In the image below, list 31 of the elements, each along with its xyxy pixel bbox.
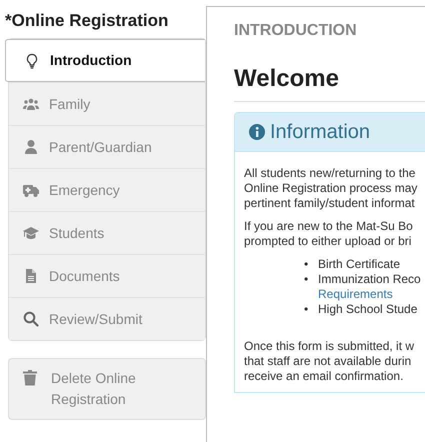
info-title: Information xyxy=(270,120,370,145)
bullet: • xyxy=(304,302,310,317)
trash-icon xyxy=(23,370,37,386)
nav-tab[interactable]: Review/Submit xyxy=(9,297,205,340)
section-title: INTRODUCTION xyxy=(234,21,358,41)
user-icon xyxy=(23,139,39,155)
delete-button[interactable]: Delete Online Registration xyxy=(8,358,206,420)
text-line: pertinent family/student informat xyxy=(244,196,416,211)
requirements-link[interactable]: Requirements xyxy=(318,287,421,302)
text-line: All students new/returning to the xyxy=(244,166,416,181)
bullet: • xyxy=(304,272,310,288)
text-line: that staff are not available durin xyxy=(244,354,412,369)
text-line: Once this form is submitted, it w xyxy=(244,339,416,354)
sidebar-title: *Online Registration xyxy=(4,10,170,32)
nav-tab[interactable]: Introduction xyxy=(5,39,205,82)
search-icon xyxy=(23,311,39,327)
bulb-icon xyxy=(24,52,40,68)
info-icon xyxy=(248,123,266,141)
bullet: • xyxy=(304,257,310,272)
users-icon xyxy=(23,96,39,112)
text-line: If you are new to the Mat-Su Bo xyxy=(244,219,414,234)
ambulance-icon xyxy=(23,182,39,198)
page-heading: Welcome xyxy=(234,61,425,102)
text-line: Online Registration process may xyxy=(244,181,418,196)
list-item: High School Stude xyxy=(318,302,418,317)
list-item: Immunization Reco xyxy=(318,272,421,287)
text-line: prompted to either upload or bri xyxy=(244,234,412,249)
graduation-cap-icon xyxy=(23,225,39,241)
text-line: receive an email confirmation. xyxy=(244,369,404,384)
list-item: Birth Certificate xyxy=(318,257,400,272)
document-icon xyxy=(23,268,39,284)
